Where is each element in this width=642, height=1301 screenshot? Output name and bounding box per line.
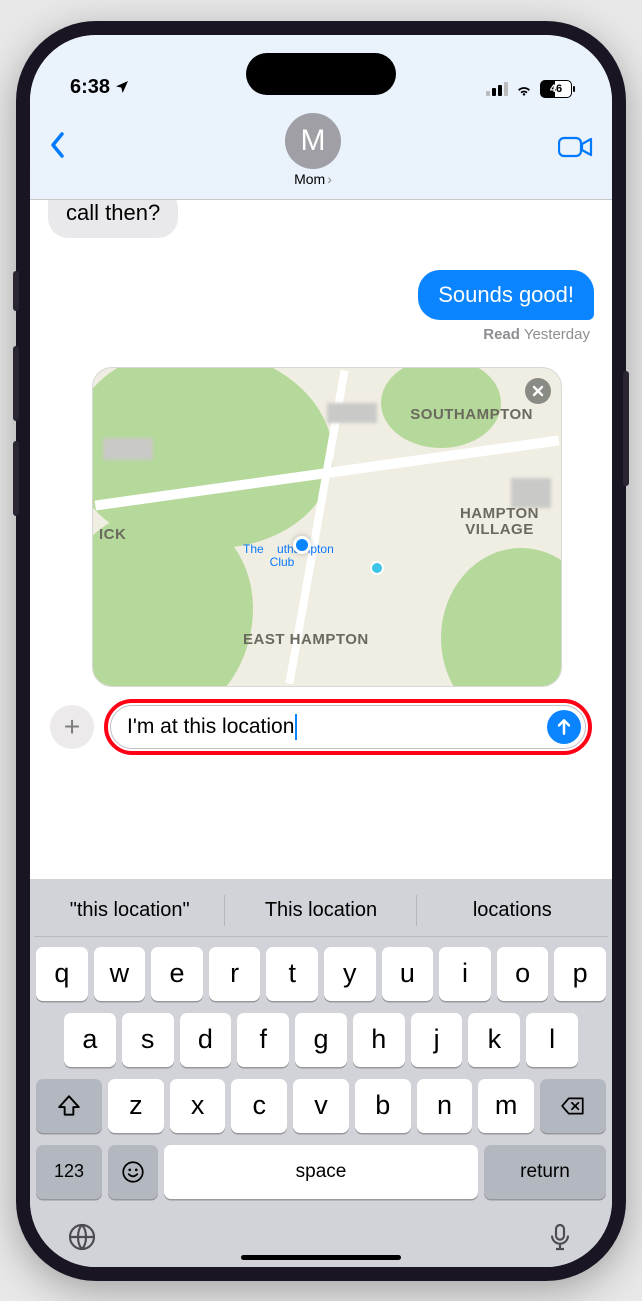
volume-up-button [13,346,19,421]
message-input[interactable]: I'm at this location [110,705,586,749]
key-r[interactable]: r [209,947,261,1001]
key-l[interactable]: l [526,1013,578,1067]
map-preview: SOUTHAMPTON HAMPTONVILLAGE EAST HAMPTON … [93,368,561,686]
emoji-key[interactable] [108,1145,158,1199]
key-x[interactable]: x [170,1079,226,1133]
current-location-dot-icon [293,536,311,554]
map-poi-label: The uthampton Club [243,543,334,569]
avatar: M [285,113,341,169]
contact-info-button[interactable]: M Mom› [285,113,341,187]
key-g[interactable]: g [295,1013,347,1067]
status-time: 6:38 [70,76,110,99]
suggestion-3[interactable]: locations [417,885,608,936]
dictation-key-icon[interactable] [544,1221,576,1253]
facetime-button[interactable] [558,133,594,166]
battery-icon: 46 [540,80,572,98]
key-w[interactable]: w [94,947,146,1001]
remove-attachment-button[interactable] [525,378,551,404]
key-e[interactable]: e [151,947,203,1001]
read-receipt: Read Yesterday [40,320,602,343]
key-n[interactable]: n [417,1079,473,1133]
compose-bar: + I'm at this location [40,687,602,763]
send-button[interactable] [547,710,581,744]
message-input-text: I'm at this location [127,715,294,739]
location-services-icon [114,79,130,95]
key-q[interactable]: q [36,947,88,1001]
apps-plus-button[interactable]: + [50,705,94,749]
phone-frame: 6:38 46 M Mom› [16,21,626,1281]
suggestion-2[interactable]: This location [225,885,416,936]
cellular-signal-icon [486,82,508,96]
key-b[interactable]: b [355,1079,411,1133]
volume-down-button [13,441,19,516]
space-key[interactable]: space [164,1145,478,1199]
keyboard: "this location" This location locations … [30,879,612,1267]
incoming-message-bubble[interactable]: call then? [48,200,178,238]
key-h[interactable]: h [353,1013,405,1067]
annotation-highlight: I'm at this location [104,699,592,755]
location-attachment[interactable]: SOUTHAMPTON HAMPTONVILLAGE EAST HAMPTON … [92,367,562,687]
contact-name-label: Mom [294,171,325,187]
numbers-key[interactable]: 123 [36,1145,102,1199]
home-indicator[interactable] [241,1255,401,1260]
outgoing-message-bubble[interactable]: Sounds good! [418,270,594,320]
key-a[interactable]: a [64,1013,116,1067]
key-i[interactable]: i [439,947,491,1001]
back-button[interactable] [48,130,68,169]
globe-key-icon[interactable] [66,1221,98,1253]
key-o[interactable]: o [497,947,549,1001]
key-z[interactable]: z [108,1079,164,1133]
conversation-header: M Mom› [30,105,612,200]
return-key[interactable]: return [484,1145,606,1199]
key-c[interactable]: c [231,1079,287,1133]
predictive-bar: "this location" This location locations [34,885,608,937]
dynamic-island [246,53,396,95]
shift-key[interactable] [36,1079,102,1133]
key-t[interactable]: t [266,947,318,1001]
key-k[interactable]: k [468,1013,520,1067]
backspace-key[interactable] [540,1079,606,1133]
key-j[interactable]: j [411,1013,463,1067]
key-u[interactable]: u [382,947,434,1001]
screen: 6:38 46 M Mom› [30,35,612,1267]
key-d[interactable]: d [180,1013,232,1067]
key-m[interactable]: m [478,1079,534,1133]
key-v[interactable]: v [293,1079,349,1133]
key-y[interactable]: y [324,947,376,1001]
key-f[interactable]: f [237,1013,289,1067]
key-s[interactable]: s [122,1013,174,1067]
chevron-right-icon: › [327,171,332,187]
text-cursor [295,714,297,740]
key-p[interactable]: p [554,947,606,1001]
suggestion-1[interactable]: "this location" [34,885,225,936]
side-button [623,371,629,486]
messages-thread[interactable]: call then? Sounds good! Read Yesterday S… [30,200,612,879]
wifi-icon [514,79,534,99]
mute-switch [13,271,19,311]
